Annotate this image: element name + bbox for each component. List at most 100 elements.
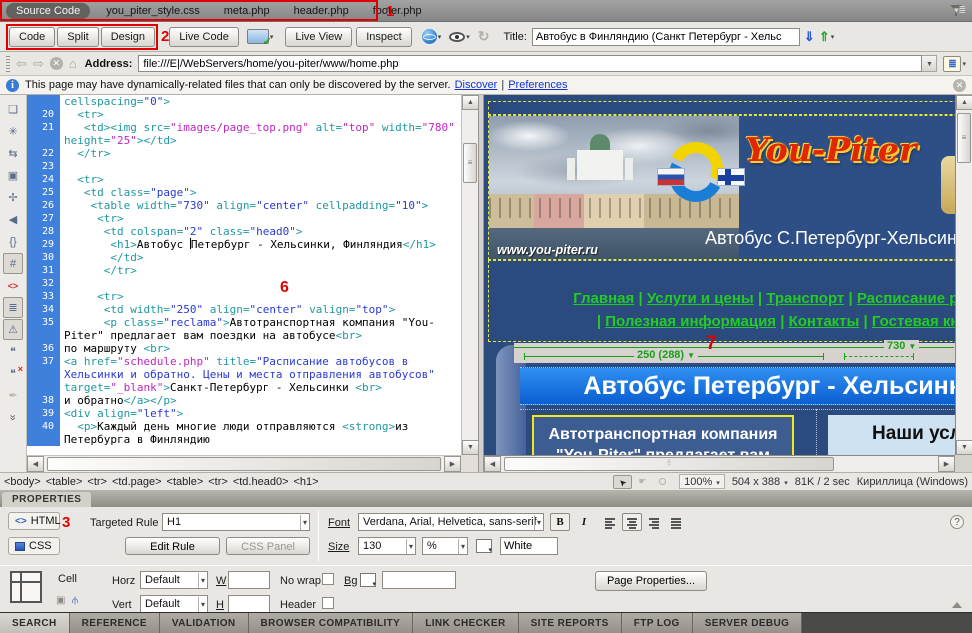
hand-tool-icon[interactable]: ☛ (633, 475, 652, 489)
font-select[interactable]: Verdana, Arial, Helvetica, sans-serif (358, 513, 544, 531)
align-justify-icon[interactable] (666, 513, 686, 531)
code-line[interactable]: 35 <p class="reclama">Автотранспортная к… (27, 316, 461, 342)
code-line[interactable]: 22 </tr> (27, 147, 461, 160)
code-text[interactable]: </tr> (60, 264, 461, 277)
code-text[interactable]: </td> (60, 251, 461, 264)
html-properties-button[interactable]: <> HTML (8, 512, 60, 530)
code-line[interactable]: 40 <p>Каждый день многие люди отправляют… (27, 420, 461, 433)
page-h1-heading[interactable]: Автобус Петербург - Хельсинки (520, 367, 955, 405)
results-tab-link-checker[interactable]: LINK CHECKER (413, 613, 518, 633)
results-tab-browser-compatibility[interactable]: BROWSER COMPATIBILITY (249, 613, 414, 633)
split-cell-icon[interactable]: ⫛ (72, 595, 78, 606)
code-text[interactable]: Петербурга в Финляндию (60, 433, 461, 446)
code-line[interactable]: 33 <tr> (27, 290, 461, 303)
size-select[interactable]: 130 (358, 537, 416, 555)
back-icon[interactable]: ⇦ (16, 57, 27, 70)
live-code-button[interactable]: Live Code (169, 27, 239, 47)
services-heading-cell[interactable]: Наши услуги (828, 415, 955, 455)
text-color-swatch[interactable] (476, 539, 492, 553)
vert-select[interactable]: Default (140, 595, 208, 613)
code-text[interactable]: <tr> (60, 290, 461, 303)
open-documents-icon[interactable]: ❏ (3, 99, 23, 120)
css-properties-button[interactable]: CSS (8, 537, 60, 555)
results-tab-ftp-log[interactable]: FTP LOG (622, 613, 693, 633)
code-text[interactable]: <table width="730" align="center" cellpa… (60, 199, 461, 212)
code-text[interactable]: <tr> (60, 212, 461, 225)
code-line[interactable]: Петербурга в Финляндию (27, 433, 461, 446)
align-center-icon[interactable] (622, 513, 642, 531)
site-nav-cell[interactable]: Главная | Услуги и цены | Транспорт | Ра… (488, 260, 955, 342)
expand-all-icon[interactable]: ✢ (3, 187, 23, 208)
address-dropdown-icon[interactable]: ▼ (922, 55, 937, 72)
code-text[interactable]: </tr> (60, 147, 461, 160)
live-view-button[interactable]: Live View (285, 27, 352, 47)
code-text[interactable]: и обратно</a></p> (60, 394, 461, 407)
site-nav-link[interactable]: Транспорт (766, 290, 844, 307)
cell-height-input[interactable] (228, 595, 270, 613)
code-text[interactable]: <a href="schedule.php" title="Расписание… (60, 355, 461, 394)
tag-selector-item[interactable]: <table> (167, 476, 204, 488)
code-vertical-scrollbar[interactable]: ▲ ≡ ▼ (461, 95, 478, 455)
scroll-left-icon[interactable]: ◀ (484, 456, 501, 472)
visual-aids-icon[interactable] (449, 32, 465, 42)
code-text[interactable]: <td colspan="2" class="head0"> (60, 225, 461, 238)
syntax-error-alerts-icon[interactable]: ⚠ (3, 319, 23, 340)
table-width-bar[interactable]: 250 (288) ▼ 730 ▼ (514, 343, 955, 363)
dropdown-arrow-icon[interactable]: ▾ (466, 33, 470, 41)
code-line[interactable]: 36по маршруту <br> (27, 342, 461, 355)
bg-color-input[interactable] (382, 571, 456, 589)
bold-button[interactable]: B (550, 513, 570, 531)
select-parent-tag-icon[interactable]: ◀ (3, 209, 23, 230)
code-text[interactable]: <div align="left"> (60, 407, 461, 420)
get-file-icon[interactable]: ⇓ (804, 29, 815, 45)
code-line[interactable]: 39<div align="left"> (27, 407, 461, 420)
properties-tab[interactable]: PROPERTIES (2, 492, 91, 507)
bg-color-swatch[interactable] (360, 573, 376, 587)
preview-in-browser-icon[interactable] (422, 29, 437, 44)
italic-button[interactable]: I (574, 513, 594, 531)
magnification-select[interactable]: 100% ▾ (679, 474, 725, 489)
title-input[interactable] (532, 28, 800, 46)
site-nav-link[interactable]: Услуги и цены (647, 290, 754, 307)
tag-selector-item[interactable]: <body> (4, 476, 41, 488)
code-navigator-icon[interactable]: ✳ (3, 121, 23, 142)
tag-selector-item[interactable]: <h1> (294, 476, 319, 488)
column-width-menu[interactable]: 250 (288) ▼ (634, 349, 698, 361)
code-editor[interactable]: cellspacing="0">20 <tr>21 <td><img src="… (27, 95, 461, 455)
scrollbar-thumb[interactable] (47, 457, 441, 471)
cell-width-input[interactable] (228, 571, 270, 589)
scroll-down-icon[interactable]: ▼ (462, 440, 478, 455)
code-text[interactable]: <h1>Автобус Петербург - Хельсинки, Финля… (60, 238, 461, 251)
word-wrap-icon[interactable]: ≣ (3, 297, 23, 318)
align-left-icon[interactable] (600, 513, 620, 531)
code-line[interactable]: 26 <table width="730" align="center" cel… (27, 199, 461, 212)
panel-menu-icon[interactable]: ▾≣ (954, 5, 966, 627)
balance-braces-icon[interactable]: {} (3, 231, 23, 252)
related-file-tab[interactable]: you_piter_style.css (106, 5, 200, 17)
results-tab-search[interactable]: SEARCH (0, 613, 70, 633)
results-tab-reference[interactable]: REFERENCE (70, 613, 160, 633)
line-numbers-icon[interactable]: # (3, 253, 23, 274)
site-nav-link[interactable]: Гостевая книга (872, 313, 955, 330)
code-line[interactable]: 21 <td><img src="images/page_top.png" al… (27, 121, 461, 147)
stop-icon[interactable]: ✕ (50, 57, 63, 70)
site-nav-link[interactable]: Полезная информация (605, 313, 776, 330)
select-tool-icon[interactable]: ➤ (613, 475, 632, 489)
put-file-icon[interactable]: ⇑ (819, 29, 830, 45)
tag-selector-item[interactable]: <td.page> (112, 476, 162, 488)
code-line[interactable]: 28 <td colspan="2" class="head0"> (27, 225, 461, 238)
table-width-menu[interactable]: 730 ▼ (884, 340, 919, 352)
source-code-tab[interactable]: Source Code (6, 3, 90, 19)
site-nav-link[interactable]: Контакты (789, 313, 860, 330)
view-button-split[interactable]: Split (57, 27, 98, 47)
code-text[interactable]: <p class="reclama">Автотранспортная комп… (60, 316, 461, 342)
zoom-tool-icon[interactable] (653, 475, 672, 489)
highlight-invalid-code-icon[interactable]: <> (3, 275, 23, 296)
header-checkbox[interactable] (322, 597, 334, 609)
size-unit-select[interactable]: % (422, 537, 468, 555)
code-line[interactable]: 32 (27, 277, 461, 290)
code-line[interactable]: 29 <h1>Автобус Петербург - Хельсинки, Фи… (27, 238, 461, 251)
related-file-tab[interactable]: footer.php (373, 5, 422, 17)
page-properties-button[interactable]: Page Properties... (595, 571, 707, 591)
tag-selector-item[interactable]: <table> (46, 476, 83, 488)
